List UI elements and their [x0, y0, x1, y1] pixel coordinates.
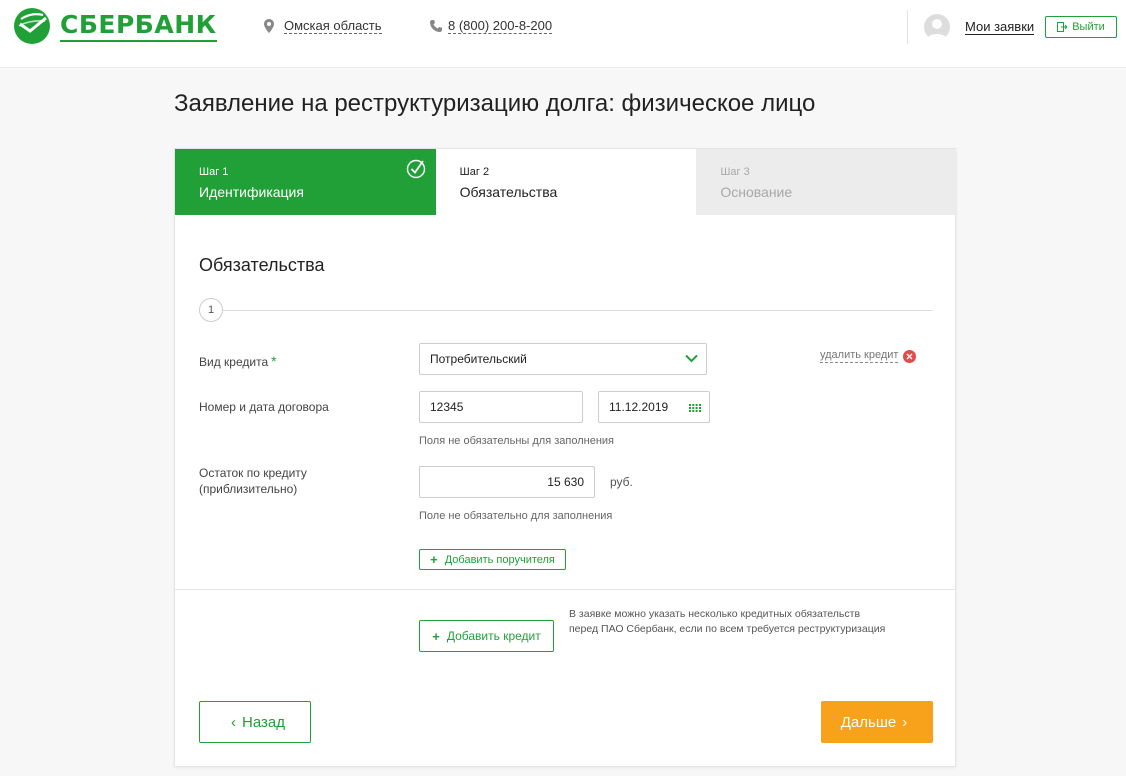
sberbank-logo-icon [14, 8, 50, 44]
contract-date-value: 11.12.2019 [609, 400, 669, 414]
logout-button[interactable]: Выйти [1045, 16, 1117, 38]
delete-credit-link[interactable]: удалить кредит [820, 349, 917, 363]
balance-label: Остаток по кредиту (приблизительно) [199, 465, 307, 497]
step-number: Шаг 3 [720, 166, 750, 178]
balance-hint: Поле не обязательно для заполнения [419, 510, 613, 522]
step-number: Шаг 2 [459, 166, 490, 178]
region-label: Омская область [284, 18, 382, 34]
user-avatar[interactable] [924, 14, 950, 40]
section-title: Обязательства [199, 255, 325, 275]
back-label: Назад [242, 713, 285, 731]
region-selector[interactable]: Омская область [264, 18, 382, 34]
header-divider [907, 10, 908, 44]
contract-hint: Поля не обязательны для заполнения [419, 435, 614, 447]
chevron-left-icon: ‹ [231, 713, 236, 731]
plus-icon: + [430, 552, 438, 567]
delete-credit-label: удалить кредит [820, 349, 899, 363]
step-name: Идентификация [199, 184, 304, 200]
required-marker: * [271, 353, 277, 369]
location-pin-icon [264, 19, 274, 33]
application-form-card: Шаг 1 Идентификация Шаг 2 Обязательства … [174, 148, 958, 767]
add-credit-label: Добавить кредит [446, 629, 541, 643]
chevron-down-icon [685, 354, 698, 363]
balance-label-line2: (приблизительно) [199, 482, 298, 496]
logout-label: Выйти [1072, 21, 1105, 33]
credit-type-value: Потребительский [430, 352, 527, 366]
my-applications-link[interactable]: Мои заявки [965, 19, 1035, 35]
steps-bar: Шаг 1 Идентификация Шаг 2 Обязательства … [175, 149, 958, 215]
step-name: Обязательства [459, 184, 558, 200]
calendar-icon[interactable] [689, 404, 701, 412]
phone-link[interactable]: 8 (800) 200-8-200 [430, 18, 553, 34]
balance-input[interactable]: 15 630 [419, 466, 595, 498]
obligation-number-badge: 1 [199, 298, 223, 322]
next-button[interactable]: Дальше › [821, 701, 933, 743]
add-guarantor-button[interactable]: + Добавить поручителя [419, 549, 566, 570]
step-name: Основание [720, 184, 793, 200]
site-header: СБЕРБАНК Омская область 8 (800) 200-8-20… [0, 0, 1126, 68]
phone-icon [430, 20, 442, 32]
credit-type-label-text: Вид кредита [199, 355, 269, 369]
step-obligations[interactable]: Шаг 2 Обязательства [435, 149, 697, 215]
next-label: Дальше [840, 713, 897, 731]
section-divider-line [223, 310, 933, 311]
close-circle-icon [903, 349, 917, 363]
section-divider [175, 589, 955, 590]
logo-text: СБЕРБАНК [60, 10, 217, 42]
logout-icon [1057, 22, 1068, 32]
phone-number: 8 (800) 200-8-200 [448, 18, 553, 34]
step-number: Шаг 1 [199, 166, 229, 178]
sberbank-logo[interactable]: СБЕРБАНК [12, 6, 217, 46]
back-button[interactable]: ‹ Назад [199, 701, 311, 743]
contract-label: Номер и дата договора [199, 400, 329, 414]
credit-type-select[interactable]: Потребительский [419, 343, 707, 375]
contract-number-input[interactable]: 12345 [419, 391, 583, 423]
page-title: Заявление на реструктуризацию долга: физ… [174, 90, 816, 117]
user-avatar-icon [927, 19, 947, 40]
add-credit-button[interactable]: + Добавить кредит [419, 620, 554, 652]
check-circle-icon [406, 159, 425, 179]
contract-date-input[interactable]: 11.12.2019 [598, 391, 710, 423]
credit-type-label: Вид кредита * [199, 353, 277, 370]
currency-unit: руб. [610, 475, 633, 489]
step-identification[interactable]: Шаг 1 Идентификация [175, 149, 436, 215]
add-credit-note: В заявке можно указать несколько кредитн… [569, 608, 886, 635]
step-basis: Шаг 3 Основание [696, 149, 958, 215]
add-guarantor-label: Добавить поручителя [444, 553, 555, 566]
plus-icon: + [432, 628, 440, 644]
balance-label-line1: Остаток по кредиту [199, 466, 307, 480]
chevron-right-icon: › [902, 713, 908, 731]
